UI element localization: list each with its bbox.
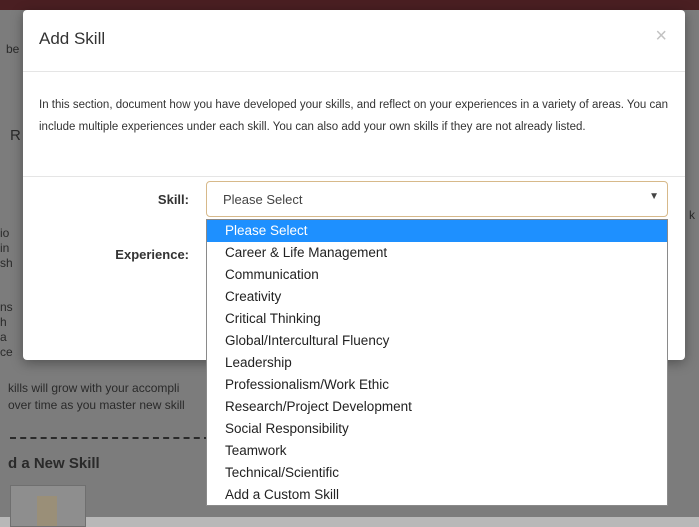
card-image <box>37 496 57 526</box>
skill-option[interactable]: Teamwork <box>207 440 667 462</box>
caret-down-icon: ▼ <box>649 191 659 202</box>
bg-text-line: kills will grow with your accompli <box>8 381 180 395</box>
top-bar <box>0 0 699 10</box>
bg-text-fragment: io <box>0 226 10 240</box>
skill-option[interactable]: Creativity <box>207 286 667 308</box>
skill-option[interactable]: Research/Project Development <box>207 396 667 418</box>
skill-label: Skill: <box>157 192 189 207</box>
bg-text-fragment: ns <box>0 300 13 314</box>
bg-text-fragment: in <box>0 241 10 255</box>
bg-text-fragment: a <box>0 330 7 344</box>
skill-option[interactable]: Leadership <box>207 352 667 374</box>
bg-text-fragment: h <box>0 315 7 329</box>
add-skill-heading: d a New Skill <box>8 455 100 472</box>
bg-text-fragment: k <box>689 208 695 222</box>
bg-text-fragment: be <box>6 42 20 56</box>
modal-title: Add Skill <box>39 29 106 48</box>
intro-divider <box>23 176 685 177</box>
skill-option[interactable]: Add a Custom Skill <box>207 484 667 506</box>
skill-card[interactable] <box>10 485 86 527</box>
skill-option[interactable]: Communication <box>207 264 667 286</box>
skill-option[interactable]: Career & Life Management <box>207 242 667 264</box>
bg-text-fragment: ce <box>0 345 13 359</box>
bg-text-fragment: R <box>10 127 21 144</box>
skill-option[interactable]: Global/Intercultural Fluency <box>207 330 667 352</box>
skill-option[interactable]: Please Select <box>207 220 667 242</box>
bg-text-fragment: sh <box>0 256 13 270</box>
skill-option[interactable]: Critical Thinking <box>207 308 667 330</box>
close-icon[interactable]: × <box>655 25 667 48</box>
skill-option[interactable]: Professionalism/Work Ethic <box>207 374 667 396</box>
experience-label: Experience: <box>115 247 189 262</box>
modal-header: Add Skill × <box>23 10 685 72</box>
skill-dropdown-list: Please Select Career & Life Management C… <box>206 219 668 506</box>
skill-option[interactable]: Technical/Scientific <box>207 462 667 484</box>
skill-select-value: Please Select <box>223 192 303 207</box>
dashed-divider <box>10 437 210 439</box>
intro-text: In this section, document how you have d… <box>39 99 669 133</box>
skill-option[interactable]: Social Responsibility <box>207 418 667 440</box>
bg-text-line: over time as you master new skill <box>8 398 185 412</box>
skill-select[interactable]: Please Select ▼ <box>206 181 668 217</box>
